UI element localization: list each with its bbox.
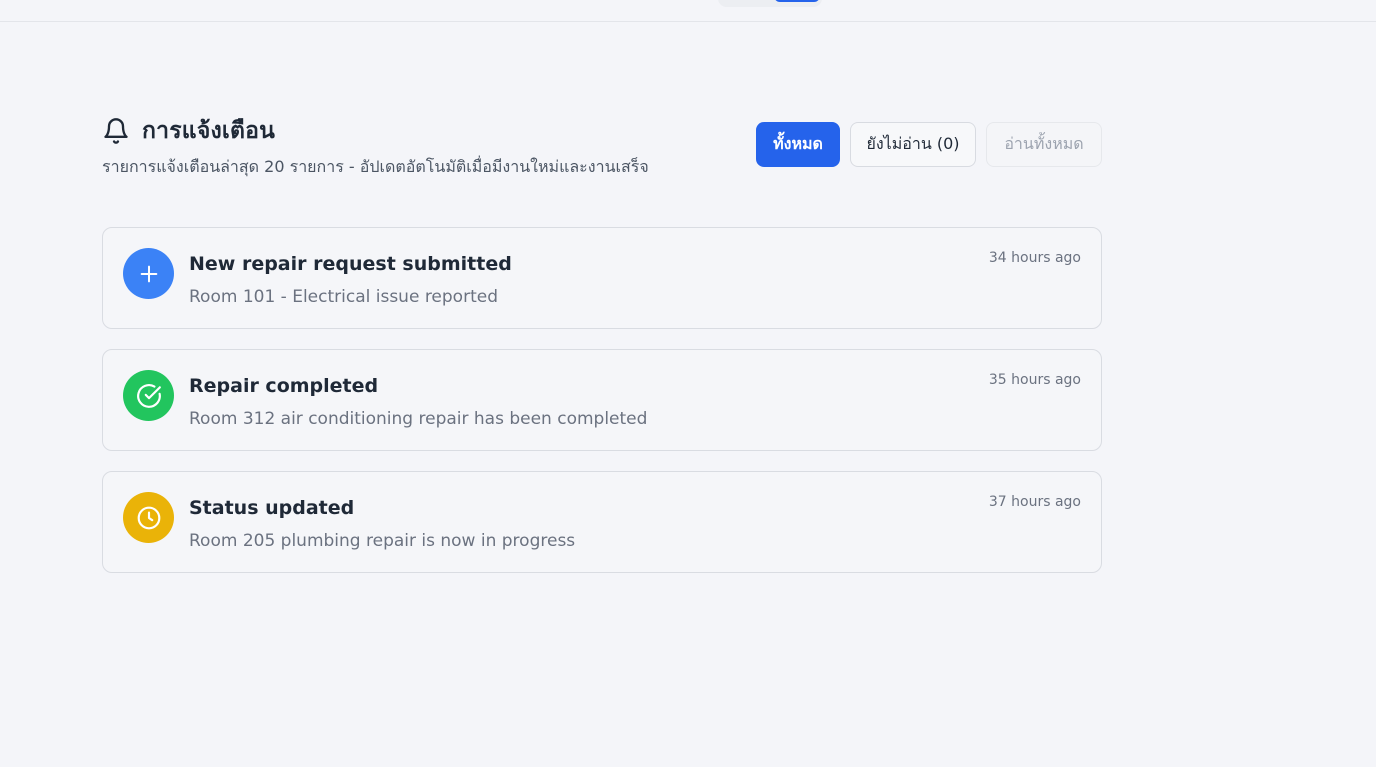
notification-card[interactable]: New repair request submitted Room 101 - … bbox=[102, 227, 1102, 329]
top-bar bbox=[0, 0, 1376, 22]
notifications-header: การแจ้งเตือน รายการแจ้งเตือนล่าสุด 20 รา… bbox=[102, 113, 1102, 183]
page-title: การแจ้งเตือน bbox=[142, 118, 276, 144]
filter-unread-button[interactable]: ยังไม่อ่าน (0) bbox=[850, 122, 976, 167]
notification-card[interactable]: Status updated Room 205 plumbing repair … bbox=[102, 471, 1102, 573]
notification-title: Status updated bbox=[189, 497, 355, 519]
filter-buttons: ทั้งหมด ยังไม่อ่าน (0) อ่านทั้งหมด bbox=[756, 122, 1102, 167]
view-toggle-active[interactable] bbox=[774, 0, 820, 2]
clock-icon bbox=[123, 492, 174, 543]
plus-icon bbox=[123, 248, 174, 299]
notification-time: 37 hours ago bbox=[988, 494, 1081, 510]
mark-all-read-button[interactable]: อ่านทั้งหมด bbox=[986, 122, 1102, 167]
notification-title: Repair completed bbox=[189, 375, 379, 397]
notification-list: New repair request submitted Room 101 - … bbox=[102, 227, 1102, 593]
notification-title: New repair request submitted bbox=[189, 253, 512, 275]
notification-description: Room 205 plumbing repair is now in progr… bbox=[189, 531, 576, 551]
notification-description: Room 101 - Electrical issue reported bbox=[189, 287, 498, 307]
notification-time: 34 hours ago bbox=[988, 250, 1081, 266]
notification-time: 35 hours ago bbox=[988, 372, 1081, 388]
bell-icon bbox=[102, 116, 132, 146]
notification-card[interactable]: Repair completed Room 312 air conditioni… bbox=[102, 349, 1102, 451]
check-circle-icon bbox=[123, 370, 174, 421]
notification-description: Room 312 air conditioning repair has bee… bbox=[189, 409, 648, 429]
filter-all-button[interactable]: ทั้งหมด bbox=[756, 122, 840, 167]
